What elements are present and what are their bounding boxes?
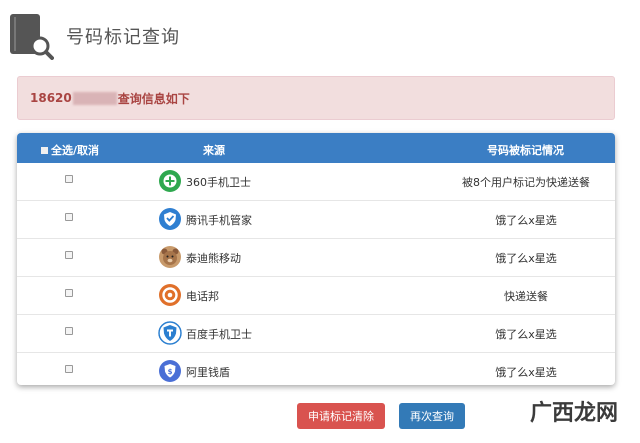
page-header: 号码标记查询 <box>8 8 180 64</box>
select-all-toggle[interactable]: 全选/取消 <box>41 142 99 158</box>
table-row: 电话邦 快递送餐 <box>17 277 615 315</box>
table-row: 腾讯手机管家 饿了么x星选 <box>17 201 615 239</box>
results-table: 全选/取消 来源 号码被标记情况 360手机卫士 被8个用户标记为快递送餐 腾讯… <box>17 133 615 385</box>
mark-status: 饿了么x星选 <box>495 214 557 227</box>
mark-status: 被8个用户标记为快递送餐 <box>462 176 590 189</box>
source-name: 360手机卫士 <box>186 176 251 189</box>
ali-shield-icon: $ <box>159 360 181 382</box>
tencent-shield-icon <box>159 208 181 230</box>
table-row: $ 阿里钱盾 饿了么x星选 <box>17 353 615 385</box>
baidu-guard-icon <box>158 321 182 345</box>
mark-status: 快递送餐 <box>504 290 548 303</box>
teddy-bear-icon <box>159 246 181 268</box>
table-row: 泰迪熊移动 饿了么x星选 <box>17 239 615 277</box>
row-checkbox[interactable] <box>65 327 73 335</box>
svg-text:$: $ <box>168 368 173 376</box>
source-column-header: 来源 <box>203 144 225 157</box>
phone-prefix: 18620 <box>30 91 72 105</box>
source-name: 百度手机卫士 <box>186 328 252 341</box>
requery-button[interactable]: 再次查询 <box>399 403 465 429</box>
source-name: 泰迪熊移动 <box>186 252 241 265</box>
mark-status: 饿了么x星选 <box>495 252 557 265</box>
table-row: 百度手机卫士 饿了么x星选 <box>17 315 615 353</box>
row-checkbox[interactable] <box>65 213 73 221</box>
row-checkbox[interactable] <box>65 175 73 183</box>
mark-status: 饿了么x星选 <box>495 366 557 379</box>
page-title: 号码标记查询 <box>66 27 180 48</box>
phone-bang-icon <box>159 284 181 306</box>
source-name: 阿里钱盾 <box>186 366 230 379</box>
select-all-label: 全选/取消 <box>51 144 100 157</box>
row-checkbox[interactable] <box>65 289 73 297</box>
alert-suffix: 查询信息如下 <box>117 91 190 106</box>
select-all-checkbox[interactable] <box>41 146 48 154</box>
table-header: 全选/取消 来源 号码被标记情况 <box>17 133 615 163</box>
status-column-header: 号码被标记情况 <box>487 144 564 157</box>
request-clear-mark-button[interactable]: 申请标记清除 <box>297 403 385 429</box>
source-name: 电话邦 <box>186 290 219 303</box>
360-shield-icon <box>159 170 181 192</box>
redaction-mask <box>72 91 117 105</box>
query-info-alert: 18620 查询信息如下 <box>17 76 615 120</box>
row-checkbox[interactable] <box>65 365 73 373</box>
book-search-icon <box>8 12 54 60</box>
site-watermark: 广西龙网 <box>530 395 618 427</box>
watermark-text: 广西龙网 <box>530 400 619 426</box>
row-checkbox[interactable] <box>65 251 73 259</box>
mark-status: 饿了么x星选 <box>495 328 557 341</box>
table-row: 360手机卫士 被8个用户标记为快递送餐 <box>17 163 615 201</box>
source-name: 腾讯手机管家 <box>186 214 252 227</box>
